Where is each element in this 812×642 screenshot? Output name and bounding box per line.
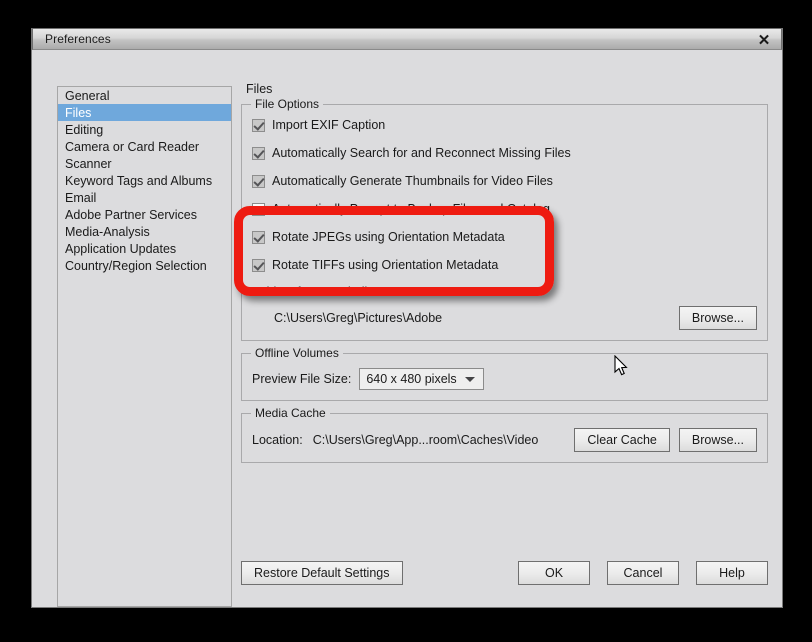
sidebar-item-camera-or-card-reader[interactable]: Camera or Card Reader (58, 138, 231, 155)
settings-panel: Files File Options Import EXIF Caption A… (241, 82, 768, 585)
preview-file-size-label: Preview File Size: (252, 372, 352, 386)
restore-default-settings-button[interactable]: Restore Default Settings (241, 561, 403, 585)
sidebar-item-country-region-selection[interactable]: Country/Region Selection (58, 257, 231, 274)
checkbox-label-auto-generate-thumbnails: Automatically Generate Thumbnails for Vi… (272, 174, 553, 188)
sidebar-item-application-updates[interactable]: Application Updates (58, 240, 231, 257)
checkbox-label-rotate-jpegs: Rotate JPEGs using Orientation Metadata (272, 230, 505, 244)
page-title: Files (246, 82, 273, 96)
window-title: Preferences (45, 32, 111, 46)
chevron-down-icon (464, 377, 475, 382)
screen-background: Preferences ✕ General Files Editing Came… (0, 0, 812, 642)
checkbox-row-import-exif-caption[interactable]: Import EXIF Caption (252, 115, 757, 135)
sidebar-item-media-analysis[interactable]: Media-Analysis (58, 223, 231, 240)
help-button[interactable]: Help (696, 561, 768, 585)
media-cache-buttons: Clear Cache Browse... (574, 428, 757, 452)
file-options-legend: File Options (251, 97, 324, 111)
dialog-body: General Files Editing Camera or Card Rea… (32, 50, 782, 607)
file-options-group: File Options Import EXIF Caption Automat… (241, 97, 768, 341)
checkbox-label-auto-search-reconnect: Automatically Search for and Reconnect M… (272, 146, 571, 160)
preview-file-size-select[interactable]: 640 x 480 pixels (359, 368, 484, 390)
cancel-button[interactable]: Cancel (607, 561, 679, 585)
sidebar-item-email[interactable]: Email (58, 189, 231, 206)
offline-volumes-legend: Offline Volumes (251, 346, 343, 360)
checkbox-auto-search-reconnect[interactable] (252, 146, 265, 160)
dialog-footer: Restore Default Settings OK Cancel Help (241, 561, 768, 585)
footer-primary-buttons: OK Cancel Help (518, 561, 768, 585)
media-cache-location-row: Location: C:\Users\Greg\App...room\Cache… (252, 428, 757, 452)
sidebar-item-files[interactable]: Files (58, 104, 231, 121)
checkbox-rotate-jpegs[interactable] (252, 230, 265, 244)
checkbox-row-rotate-tiffs[interactable]: Rotate TIFFs using Orientation Metadata (252, 255, 757, 275)
checkbox-auto-generate-thumbnails[interactable] (252, 174, 265, 188)
saved-files-path: C:\Users\Greg\Pictures\Adobe (274, 311, 443, 325)
checkbox-label-import-exif-caption: Import EXIF Caption (272, 118, 386, 132)
offline-volumes-group: Offline Volumes Preview File Size: 640 x… (241, 346, 768, 401)
browse-media-cache-button[interactable]: Browse... (678, 428, 757, 452)
checkbox-import-exif-caption[interactable] (252, 118, 265, 132)
checkbox-label-auto-prompt-backup: Automatically Prompt to Backup Files and… (272, 202, 550, 216)
browse-saved-files-button[interactable]: Browse... (678, 306, 757, 330)
close-icon[interactable]: ✕ (753, 30, 775, 50)
saved-files-path-row: C:\Users\Greg\Pictures\Adobe Browse... (252, 306, 757, 330)
ok-button[interactable]: OK (518, 561, 590, 585)
category-list[interactable]: General Files Editing Camera or Card Rea… (57, 86, 232, 607)
checkbox-label-rotate-tiffs: Rotate TIFFs using Orientation Metadata (272, 258, 499, 272)
preferences-dialog: Preferences ✕ General Files Editing Came… (31, 28, 783, 608)
sidebar-item-editing[interactable]: Editing (58, 121, 231, 138)
checkbox-row-auto-search-reconnect[interactable]: Automatically Search for and Reconnect M… (252, 143, 757, 163)
media-cache-legend: Media Cache (251, 406, 330, 420)
sidebar-item-keyword-tags-and-albums[interactable]: Keyword Tags and Albums (58, 172, 231, 189)
media-cache-group: Media Cache Location: C:\Users\Greg\App.… (241, 406, 768, 463)
media-cache-location-label: Location: (252, 433, 303, 447)
sidebar-item-general[interactable]: General (58, 87, 231, 104)
title-bar: Preferences ✕ (32, 28, 782, 50)
checkbox-row-rotate-jpegs[interactable]: Rotate JPEGs using Orientation Metadata (252, 227, 757, 247)
clear-cache-button[interactable]: Clear Cache (574, 428, 670, 452)
sidebar-item-scanner[interactable]: Scanner (58, 155, 231, 172)
checkbox-row-auto-generate-thumbnails[interactable]: Automatically Generate Thumbnails for Vi… (252, 171, 757, 191)
media-cache-location-value: C:\Users\Greg\App...room\Caches\Video (312, 433, 539, 447)
sidebar-item-adobe-partner-services[interactable]: Adobe Partner Services (58, 206, 231, 223)
preview-file-size-row: Preview File Size: 640 x 480 pixels (252, 368, 757, 390)
checkbox-auto-prompt-backup[interactable] (252, 202, 265, 216)
folders-for-saved-files-label: Folders for Saved Files: (252, 285, 384, 299)
checkbox-rotate-tiffs[interactable] (252, 258, 265, 272)
preview-file-size-value: 640 x 480 pixels (366, 372, 457, 386)
checkbox-row-auto-prompt-backup[interactable]: Automatically Prompt to Backup Files and… (252, 199, 757, 219)
